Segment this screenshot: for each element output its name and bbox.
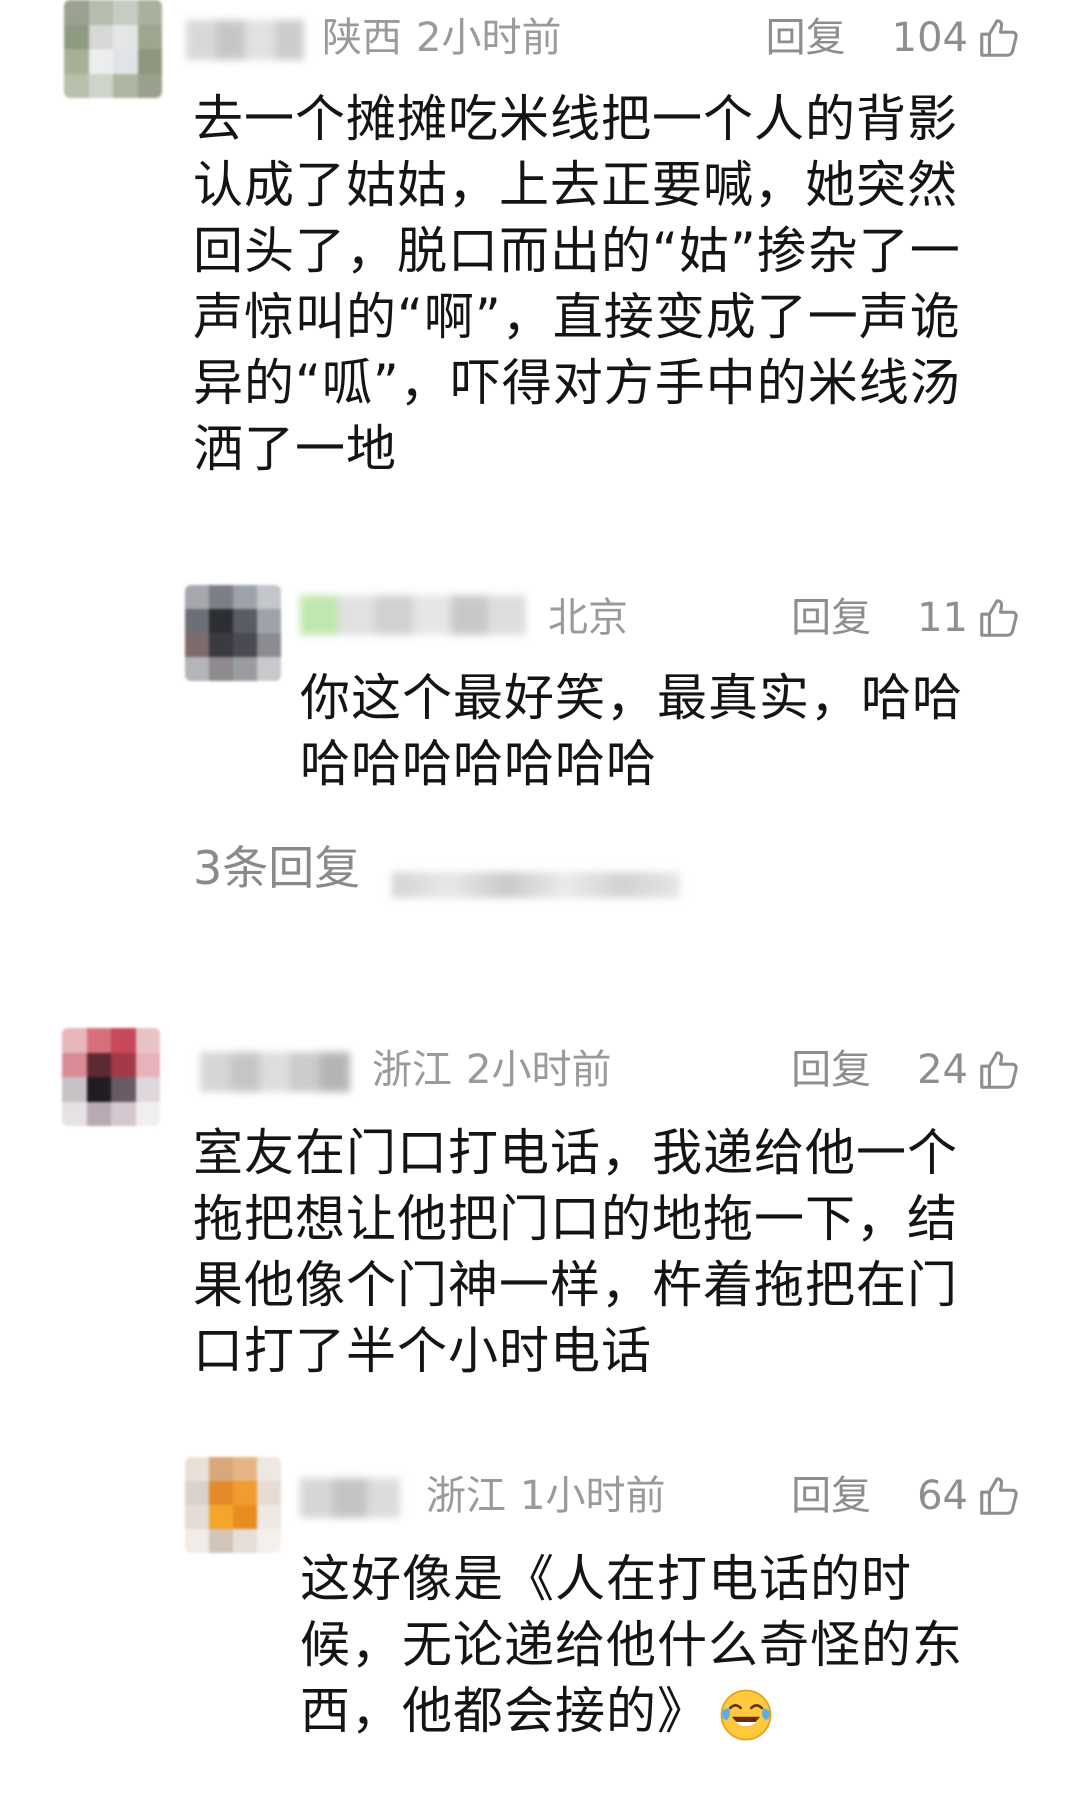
text-line: 认成了姑姑，上去正要喊，她突然 (193, 156, 958, 214)
reply-avatar[interactable] (185, 585, 281, 681)
reply-text: 这好像是《人在打电话的时 候，无论递给他什么奇怪的东 西，他都会接的》 (300, 1546, 963, 1744)
reply-actions: 回复 11 (791, 592, 1022, 644)
text-line: 异的“呱”，吓得对方手中的米线汤 (193, 354, 961, 412)
text-line: 室友在门口打电话，我递给他一个 (193, 1124, 958, 1182)
comment-actions: 回复 24 (791, 1044, 1022, 1096)
text-line: 候，无论递给他什么奇怪的东 (300, 1616, 963, 1674)
location-label: 北京 (548, 595, 628, 641)
text-line: 拖把想让他把门口的地拖一下，结 (193, 1190, 958, 1248)
text-line: 哈哈哈哈哈哈哈 (300, 735, 657, 793)
reply-username-blurred[interactable] (300, 595, 527, 635)
text-line: 洒了一地 (193, 420, 397, 478)
reply-button[interactable]: 回复 (791, 592, 871, 644)
comment-meta: 陕西 2小时前 (322, 12, 561, 64)
timestamp: 2小时前 (416, 15, 562, 61)
like-count: 64 (917, 1473, 968, 1519)
reply-text: 你这个最好笑，最真实，哈哈 哈哈哈哈哈哈哈 (300, 665, 963, 797)
text-line: 回头了，脱口而出的“姑”掺杂了一 (193, 222, 961, 280)
reply-username-blurred[interactable] (300, 1478, 400, 1518)
like-count: 104 (891, 15, 968, 61)
text-line: 果他像个门神一样，杵着拖把在门 (193, 1256, 958, 1314)
username-blurred[interactable] (200, 1052, 350, 1092)
reply-actions: 回复 64 (791, 1470, 1022, 1522)
thumbs-up-icon[interactable] (976, 1473, 1022, 1519)
thumbs-up-icon[interactable] (976, 1047, 1022, 1093)
text-segment: 西，他都会接的》 (300, 1682, 708, 1740)
location-label: 浙江 (426, 1473, 506, 1519)
comment-text: 室友在门口打电话，我递给他一个 拖把想让他把门口的地拖一下，结 果他像个门神一样… (193, 1120, 958, 1384)
comment-actions: 回复 104 (766, 12, 1022, 64)
reply-button[interactable]: 回复 (766, 12, 846, 64)
username-blurred[interactable] (186, 20, 304, 60)
text-line: 声惊叫的“啊”，直接变成了一声诡 (193, 288, 961, 346)
comment-2: 浙江 2小时前 回复 24 室友在门口打电话，我递给他一个 拖把想让他把门口的地拖… (0, 1020, 1080, 1802)
avatar[interactable] (64, 0, 162, 98)
timestamp: 2小时前 (466, 1047, 612, 1093)
comment-meta: 浙江 2小时前 (372, 1044, 611, 1096)
thumbs-up-icon[interactable] (976, 595, 1022, 641)
reply-meta: 北京 (548, 592, 628, 644)
location-label: 浙江 (372, 1047, 452, 1093)
location-label: 陕西 (322, 15, 402, 61)
reply-meta: 浙江 1小时前 (426, 1470, 665, 1522)
text-line: 西，他都会接的》 (300, 1678, 963, 1744)
text-line: 你这个最好笑，最真实，哈哈 (300, 669, 963, 727)
avatar[interactable] (62, 1028, 160, 1126)
more-replies-blurred-names (392, 872, 680, 898)
text-line: 口打了半个小时电话 (193, 1322, 652, 1380)
reply-avatar[interactable] (185, 1457, 281, 1553)
text-line: 这好像是《人在打电话的时 (300, 1550, 912, 1608)
comment-1: 陕西 2小时前 回复 104 去一个摊摊吃米线把一个人的背影 认成了姑姑，上去正要… (0, 0, 1080, 840)
tears-of-joy-emoji (720, 1689, 772, 1740)
thumbs-up-icon[interactable] (976, 15, 1022, 61)
reply-button[interactable]: 回复 (791, 1470, 871, 1522)
comment-text: 去一个摊摊吃米线把一个人的背影 认成了姑姑，上去正要喊，她突然 回头了，脱口而出… (193, 86, 961, 482)
timestamp: 1小时前 (520, 1473, 666, 1519)
text-line: 去一个摊摊吃米线把一个人的背影 (193, 90, 958, 148)
view-more-replies[interactable]: 3条回复 (193, 838, 360, 898)
like-count: 11 (917, 595, 968, 641)
like-count: 24 (917, 1047, 968, 1093)
reply-button[interactable]: 回复 (791, 1044, 871, 1096)
